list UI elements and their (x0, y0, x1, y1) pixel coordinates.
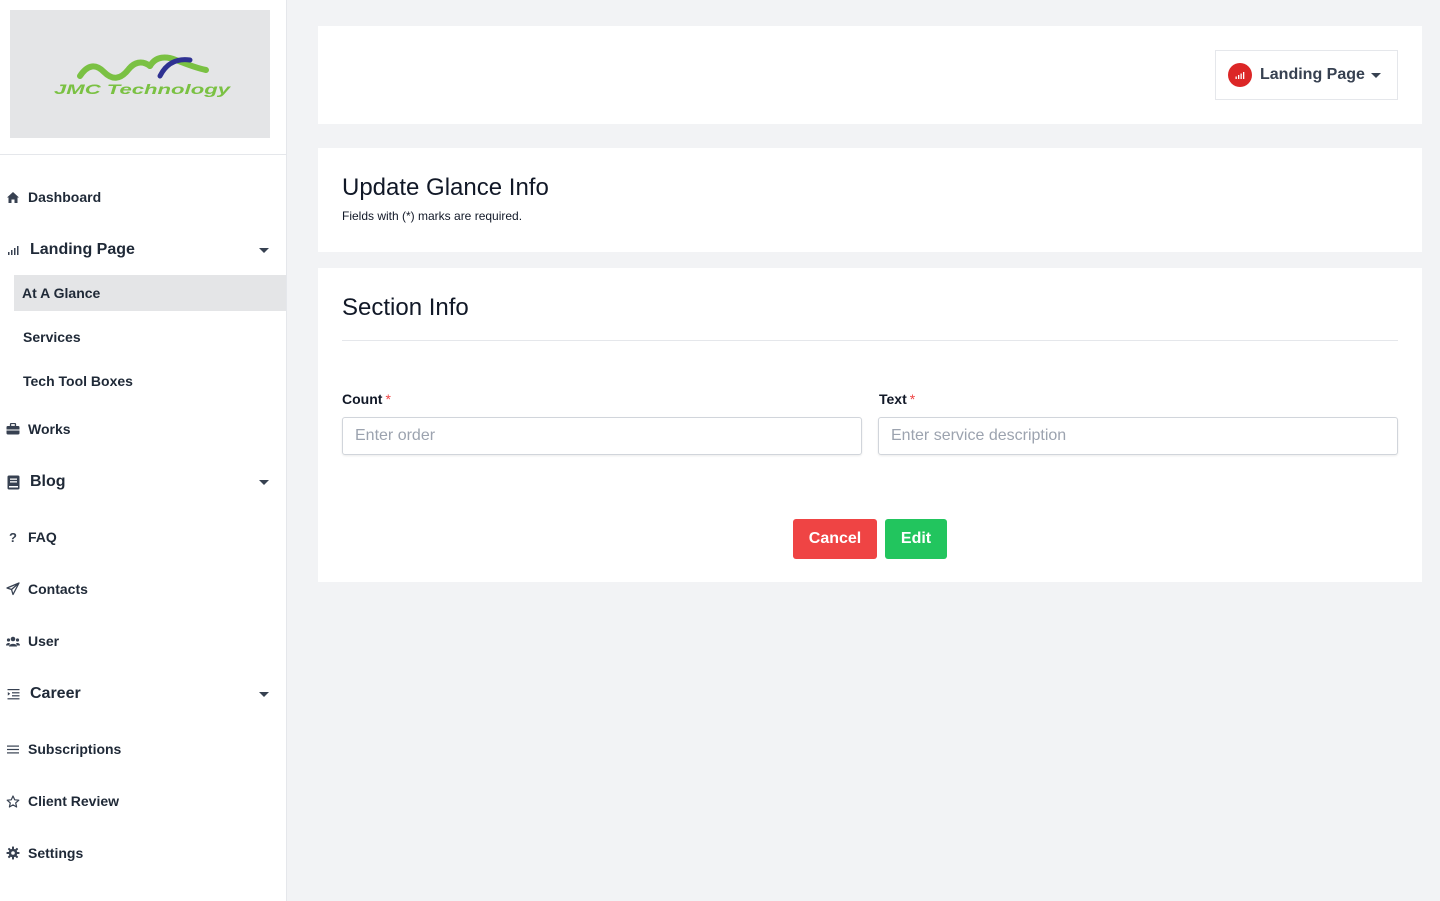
signal-bars-icon (1228, 63, 1252, 87)
jmc-logo-graphic: JMC Technology (54, 54, 232, 97)
sidebar-item-label: Blog (30, 473, 66, 490)
sidebar-item-label: Settings (28, 845, 84, 861)
sidebar-subitem-label: At A Glance (22, 285, 101, 301)
cancel-button[interactable]: Cancel (793, 519, 877, 559)
sidebar-item-user[interactable]: User (0, 631, 286, 651)
sidebar-item-faq[interactable]: ? FAQ (0, 527, 286, 547)
sidebar-item-label: Client Review (28, 793, 120, 809)
page-title: Update Glance Info (342, 174, 549, 201)
sidebar-item-label: FAQ (28, 529, 57, 545)
sidebar-item-landing-page[interactable]: Landing Page (0, 240, 286, 260)
chevron-down-icon (1370, 72, 1381, 78)
sidebar-item-label: Dashboard (28, 189, 102, 205)
sidebar-item-client-review[interactable]: Client Review (0, 791, 286, 811)
book-icon (6, 475, 20, 489)
sidebar-item-label: Career (30, 685, 81, 702)
required-mark: * (385, 391, 391, 407)
landing-page-menu-button[interactable]: Landing Page (1215, 50, 1398, 100)
sidebar-subitem-services[interactable]: Services (14, 319, 286, 355)
count-label-text: Count (342, 391, 383, 407)
sidebar: JMC Technology Dashboard Landing Page At… (0, 0, 287, 901)
edit-button[interactable]: Edit (885, 519, 947, 559)
page-header-card: Update Glance Info Fields with (*) marks… (318, 148, 1422, 252)
menu-lines-icon (6, 742, 20, 756)
section-divider (342, 340, 1398, 341)
sidebar-item-subscriptions[interactable]: Subscriptions (0, 739, 286, 759)
sidebar-item-career[interactable]: Career (0, 684, 286, 704)
sidebar-item-label: Landing Page (30, 241, 135, 258)
sidebar-item-label: Works (28, 421, 71, 437)
text-label: Text * (879, 391, 915, 407)
count-label: Count * (342, 391, 391, 407)
sidebar-subitem-at-a-glance[interactable]: At A Glance (14, 275, 286, 311)
paper-plane-icon (6, 582, 20, 596)
landing-page-menu-label: Landing Page (1260, 66, 1365, 83)
chevron-down-icon (259, 247, 269, 253)
logo-text-jmc: JMC Technology (54, 81, 232, 97)
signal-bars-icon (6, 243, 20, 257)
gear-icon (6, 846, 20, 860)
sidebar-item-blog[interactable]: Blog (0, 472, 286, 492)
sidebar-item-label: User (28, 633, 60, 649)
sidebar-item-label: Contacts (28, 581, 88, 597)
sidebar-item-works[interactable]: Works (0, 419, 286, 439)
text-input[interactable] (878, 417, 1398, 455)
sidebar-subitem-label: Services (23, 329, 81, 345)
sidebar-item-label: Subscriptions (28, 741, 122, 757)
text-label-text: Text (879, 391, 907, 407)
home-icon (6, 190, 20, 204)
top-bar: Landing Page (318, 26, 1422, 124)
count-input[interactable] (342, 417, 862, 455)
sidebar-item-settings[interactable]: Settings (0, 843, 286, 863)
logo-divider (0, 154, 286, 155)
briefcase-icon (6, 422, 20, 436)
sidebar-item-dashboard[interactable]: Dashboard (0, 187, 286, 207)
list-indent-icon (6, 687, 20, 701)
users-icon (6, 634, 20, 648)
section-title: Section Info (342, 294, 469, 321)
required-mark: * (909, 391, 916, 407)
sidebar-subitem-label: Tech Tool Boxes (23, 373, 133, 389)
chevron-down-icon (259, 691, 269, 697)
required-note: Fields with (*) marks are required. (342, 209, 523, 223)
sidebar-item-contacts[interactable]: Contacts (0, 579, 286, 599)
sidebar-subitem-tech-tool-boxes[interactable]: Tech Tool Boxes (14, 363, 286, 399)
logo[interactable]: JMC Technology (10, 10, 270, 138)
question-icon: ? (9, 529, 17, 545)
chevron-down-icon (259, 479, 269, 485)
star-icon (6, 794, 20, 808)
section-info-card: Section Info Count* Text* Cancel Edit (318, 268, 1422, 582)
